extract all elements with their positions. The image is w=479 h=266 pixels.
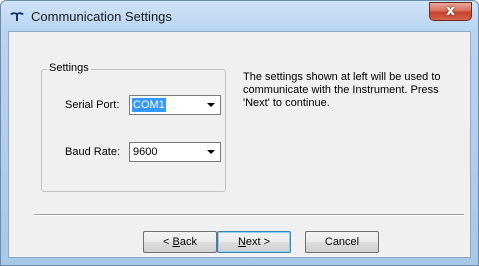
- next-mnemonic: N: [237, 236, 246, 248]
- chevron-down-icon[interactable]: [203, 97, 219, 113]
- chevron-down-icon[interactable]: [203, 144, 219, 160]
- serial-port-value: COM1: [132, 98, 166, 112]
- next-button[interactable]: Next >: [217, 231, 291, 253]
- close-button[interactable]: x: [429, 2, 472, 21]
- back-prefix: <: [163, 236, 173, 248]
- dialog-body: Settings Serial Port: COM1 Baud Rate: 96…: [8, 31, 471, 258]
- back-button[interactable]: < Back: [143, 231, 217, 253]
- cancel-button[interactable]: Cancel: [305, 231, 379, 253]
- window-title: Communication Settings: [31, 9, 172, 24]
- back-label-rest: ack: [179, 236, 197, 248]
- instruction-text: The settings shown at left will be used …: [243, 71, 441, 109]
- back-mnemonic: B: [172, 236, 180, 248]
- next-label-rest: ext >: [245, 236, 271, 248]
- serial-port-dropdown[interactable]: COM1: [129, 95, 221, 115]
- separator-line: [34, 214, 464, 216]
- app-icon: [10, 12, 24, 21]
- close-icon: x: [445, 3, 456, 19]
- title-bar[interactable]: Communication Settings x: [1, 1, 478, 31]
- baud-rate-value: 9600: [133, 146, 158, 158]
- settings-groupbox: Settings Serial Port: COM1 Baud Rate: 96…: [41, 62, 226, 192]
- serial-port-label: Serial Port:: [65, 99, 120, 111]
- baud-rate-label: Baud Rate:: [65, 146, 121, 158]
- baud-rate-dropdown[interactable]: 9600: [129, 142, 221, 162]
- settings-group-label: Settings: [47, 62, 91, 74]
- communication-settings-dialog: Communication Settings x Settings Serial…: [0, 0, 479, 266]
